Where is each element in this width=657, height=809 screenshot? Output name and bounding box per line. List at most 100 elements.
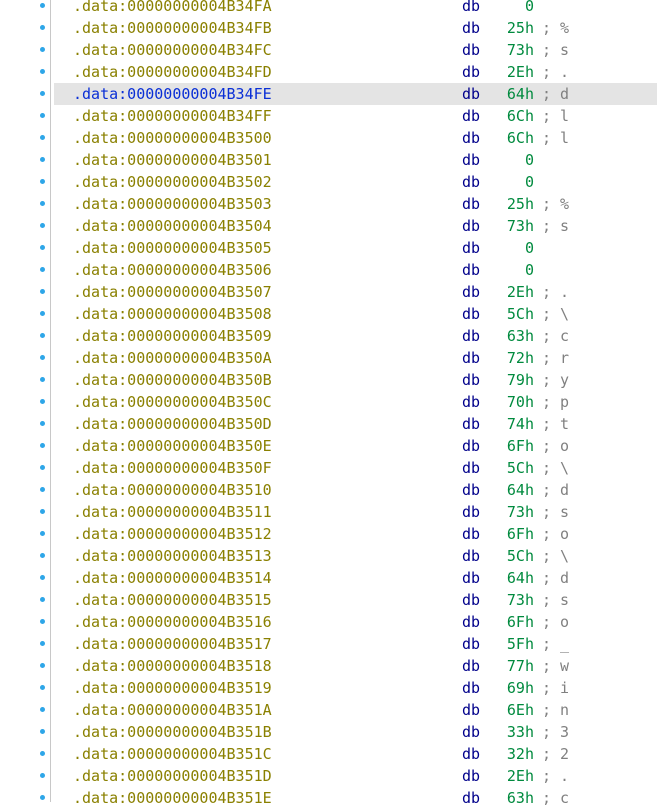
listing-row[interactable]: .data:00000000004B3519 db 69h ; i (0, 677, 657, 699)
address-label[interactable]: .data:00000000004B34FA (73, 0, 272, 17)
address-label[interactable]: .data:00000000004B350D (73, 413, 272, 435)
breakpoint-dot-icon[interactable] (40, 201, 45, 206)
breakpoint-dot-icon[interactable] (40, 355, 45, 360)
address-label[interactable]: .data:00000000004B34FB (73, 17, 272, 39)
address-label[interactable]: .data:00000000004B351E (73, 787, 272, 809)
breakpoint-dot-icon[interactable] (40, 333, 45, 338)
address-label[interactable]: .data:00000000004B3517 (73, 633, 272, 655)
address-label[interactable]: .data:00000000004B3515 (73, 589, 272, 611)
breakpoint-dot-icon[interactable] (40, 531, 45, 536)
listing-row[interactable]: .data:00000000004B351C db 32h ; 2 (0, 743, 657, 765)
address-label[interactable]: .data:00000000004B3513 (73, 545, 272, 567)
breakpoint-dot-icon[interactable] (40, 267, 45, 272)
breakpoint-dot-icon[interactable] (40, 707, 45, 712)
breakpoint-dot-icon[interactable] (40, 69, 45, 74)
listing-row[interactable]: .data:00000000004B3500 db 6Ch ; l (0, 127, 657, 149)
address-label[interactable]: .data:00000000004B34FF (73, 105, 272, 127)
address-label[interactable]: .data:00000000004B350F (73, 457, 272, 479)
breakpoint-dot-icon[interactable] (40, 641, 45, 646)
disassembly-listing[interactable]: .data:00000000004B34FA db 0 .data:000000000… (0, 0, 657, 809)
address-label[interactable]: .data:00000000004B350C (73, 391, 272, 413)
listing-row[interactable]: .data:00000000004B3514 db 64h ; d (0, 567, 657, 589)
breakpoint-dot-icon[interactable] (40, 47, 45, 52)
listing-row[interactable]: .data:00000000004B3512 db 6Fh ; o (0, 523, 657, 545)
breakpoint-dot-icon[interactable] (40, 245, 45, 250)
address-label[interactable]: .data:00000000004B350E (73, 435, 272, 457)
listing-row[interactable]: .data:00000000004B350E db 6Fh ; o (0, 435, 657, 457)
address-label[interactable]: .data:00000000004B3508 (73, 303, 272, 325)
listing-row[interactable]: .data:00000000004B3506 db 0 (0, 259, 657, 281)
breakpoint-dot-icon[interactable] (40, 25, 45, 30)
address-label[interactable]: .data:00000000004B3518 (73, 655, 272, 677)
address-label[interactable]: .data:00000000004B350A (73, 347, 272, 369)
listing-row[interactable]: .data:00000000004B3510 db 64h ; d (0, 479, 657, 501)
address-label[interactable]: .data:00000000004B351D (73, 765, 272, 787)
listing-row[interactable]: .data:00000000004B3516 db 6Fh ; o (0, 611, 657, 633)
breakpoint-dot-icon[interactable] (40, 135, 45, 140)
listing-row[interactable]: .data:00000000004B3503 db 25h ; % (0, 193, 657, 215)
listing-row[interactable]: .data:00000000004B351E db 63h ; c (0, 787, 657, 809)
breakpoint-dot-icon[interactable] (40, 289, 45, 294)
breakpoint-dot-icon[interactable] (40, 91, 45, 96)
address-label[interactable]: .data:00000000004B3504 (73, 215, 272, 237)
address-label[interactable]: .data:00000000004B351A (73, 699, 272, 721)
listing-row[interactable]: .data:00000000004B34FB db 25h ; % (0, 17, 657, 39)
listing-row[interactable]: .data:00000000004B34FD db 2Eh ; . (0, 61, 657, 83)
listing-row[interactable]: .data:00000000004B3513 db 5Ch ; \ (0, 545, 657, 567)
breakpoint-dot-icon[interactable] (40, 377, 45, 382)
listing-row[interactable]: .data:00000000004B3517 db 5Fh ; _ (0, 633, 657, 655)
breakpoint-dot-icon[interactable] (40, 421, 45, 426)
listing-row[interactable]: .data:00000000004B3508 db 5Ch ; \ (0, 303, 657, 325)
breakpoint-dot-icon[interactable] (40, 487, 45, 492)
address-label[interactable]: .data:00000000004B3500 (73, 127, 272, 149)
breakpoint-dot-icon[interactable] (40, 3, 45, 8)
listing-row[interactable]: .data:00000000004B34FE db 64h ; d (0, 83, 657, 105)
breakpoint-dot-icon[interactable] (40, 399, 45, 404)
address-label[interactable]: .data:00000000004B3505 (73, 237, 272, 259)
address-label[interactable]: .data:00000000004B3509 (73, 325, 272, 347)
breakpoint-dot-icon[interactable] (40, 113, 45, 118)
listing-row[interactable]: .data:00000000004B3511 db 73h ; s (0, 501, 657, 523)
listing-row[interactable]: .data:00000000004B3501 db 0 (0, 149, 657, 171)
listing-row[interactable]: .data:00000000004B3507 db 2Eh ; . (0, 281, 657, 303)
breakpoint-dot-icon[interactable] (40, 685, 45, 690)
address-label[interactable]: .data:00000000004B3511 (73, 501, 272, 523)
listing-row[interactable]: .data:00000000004B34FF db 6Ch ; l (0, 105, 657, 127)
breakpoint-dot-icon[interactable] (40, 465, 45, 470)
listing-row[interactable]: .data:00000000004B34FC db 73h ; s (0, 39, 657, 61)
address-label[interactable]: .data:00000000004B34FE (73, 83, 272, 105)
listing-row[interactable]: .data:00000000004B351A db 6Eh ; n (0, 699, 657, 721)
breakpoint-dot-icon[interactable] (40, 179, 45, 184)
address-label[interactable]: .data:00000000004B3510 (73, 479, 272, 501)
breakpoint-dot-icon[interactable] (40, 729, 45, 734)
listing-row[interactable]: .data:00000000004B350C db 70h ; p (0, 391, 657, 413)
listing-row[interactable]: .data:00000000004B351B db 33h ; 3 (0, 721, 657, 743)
listing-row[interactable]: .data:00000000004B3505 db 0 (0, 237, 657, 259)
breakpoint-dot-icon[interactable] (40, 619, 45, 624)
listing-row[interactable]: .data:00000000004B3509 db 63h ; c (0, 325, 657, 347)
listing-row[interactable]: .data:00000000004B3515 db 73h ; s (0, 589, 657, 611)
breakpoint-dot-icon[interactable] (40, 311, 45, 316)
address-label[interactable]: .data:00000000004B34FC (73, 39, 272, 61)
breakpoint-dot-icon[interactable] (40, 157, 45, 162)
listing-row[interactable]: .data:00000000004B351D db 2Eh ; . (0, 765, 657, 787)
listing-row[interactable]: .data:00000000004B3518 db 77h ; w (0, 655, 657, 677)
address-label[interactable]: .data:00000000004B3507 (73, 281, 272, 303)
address-label[interactable]: .data:00000000004B3512 (73, 523, 272, 545)
breakpoint-dot-icon[interactable] (40, 751, 45, 756)
listing-row[interactable]: .data:00000000004B3502 db 0 (0, 171, 657, 193)
breakpoint-dot-icon[interactable] (40, 663, 45, 668)
breakpoint-dot-icon[interactable] (40, 597, 45, 602)
address-label[interactable]: .data:00000000004B351B (73, 721, 272, 743)
breakpoint-dot-icon[interactable] (40, 223, 45, 228)
address-label[interactable]: .data:00000000004B3502 (73, 171, 272, 193)
address-label[interactable]: .data:00000000004B3506 (73, 259, 272, 281)
address-label[interactable]: .data:00000000004B34FD (73, 61, 272, 83)
listing-row[interactable]: .data:00000000004B350F db 5Ch ; \ (0, 457, 657, 479)
listing-row[interactable]: .data:00000000004B34FA db 0 (0, 0, 657, 17)
listing-row[interactable]: .data:00000000004B3504 db 73h ; s (0, 215, 657, 237)
listing-row[interactable]: .data:00000000004B350D db 74h ; t (0, 413, 657, 435)
address-label[interactable]: .data:00000000004B350B (73, 369, 272, 391)
address-label[interactable]: .data:00000000004B351C (73, 743, 272, 765)
address-label[interactable]: .data:00000000004B3501 (73, 149, 272, 171)
